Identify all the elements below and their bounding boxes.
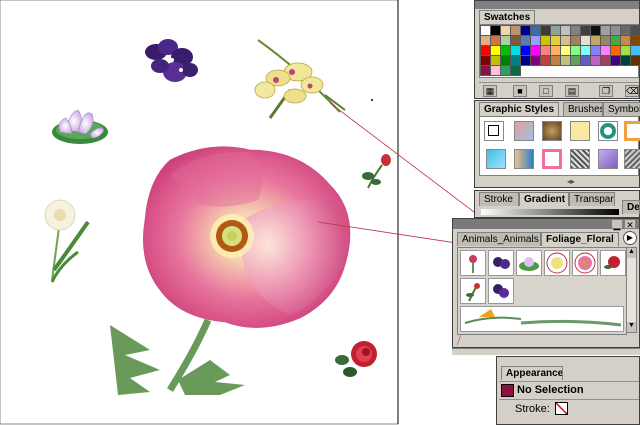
swatch-cell[interactable] bbox=[510, 65, 521, 76]
graphic-style-2[interactable] bbox=[542, 121, 562, 141]
graphic-style-4[interactable] bbox=[598, 121, 618, 141]
graphic-styles-panel: Graphic Styles Brushes Symbols ◂▸ bbox=[474, 100, 640, 188]
symbol-poppy[interactable] bbox=[572, 250, 598, 276]
panel-dock-separator bbox=[452, 348, 640, 355]
symbol-lotus[interactable] bbox=[516, 250, 542, 276]
tab-gradient[interactable]: Gradient bbox=[519, 192, 569, 206]
new-swatch-icon[interactable]: ❐ bbox=[599, 85, 613, 97]
graphic-style-7[interactable] bbox=[514, 149, 534, 169]
symbol-pansies[interactable] bbox=[488, 278, 514, 304]
selection-color-chip bbox=[501, 384, 514, 397]
tab-appearance[interactable]: Appearance bbox=[501, 366, 563, 380]
selection-status: No Selection bbox=[517, 384, 584, 396]
tab-transparency[interactable]: Transparency bbox=[569, 192, 615, 206]
symbol-strelitzia-strip[interactable] bbox=[460, 306, 624, 332]
panel-menu-icon[interactable]: ▶ bbox=[623, 231, 637, 245]
break-link-icon[interactable]: ⧸ bbox=[457, 335, 461, 348]
graphic-style-1[interactable] bbox=[514, 121, 534, 141]
symbol-violets[interactable] bbox=[488, 250, 514, 276]
tab-foliage-floral[interactable]: Foliage_Floral bbox=[541, 232, 619, 246]
tab-dec[interactable]: Dec bbox=[622, 200, 640, 214]
swatch-cell[interactable] bbox=[630, 55, 640, 66]
graphic-style-11[interactable] bbox=[624, 149, 640, 169]
graphic-style-5[interactable] bbox=[624, 121, 640, 141]
appearance-selection-row: No Selection bbox=[499, 381, 639, 400]
symbol-orchid[interactable] bbox=[544, 250, 570, 276]
graphic-styles-grid bbox=[479, 116, 640, 176]
stroke-none-icon[interactable] bbox=[555, 402, 568, 415]
graphic-style-9[interactable] bbox=[570, 149, 590, 169]
graphic-style-6[interactable] bbox=[486, 149, 506, 169]
tab-swatches[interactable]: Swatches bbox=[479, 10, 535, 24]
symbols-scrollbar[interactable]: ▲ ▼ bbox=[626, 247, 637, 333]
show-swatch-kinds-icon[interactable]: ▦ bbox=[483, 85, 497, 97]
graphic-style-8[interactable] bbox=[542, 149, 562, 169]
swatches-panel: Swatches ▦ ■ □ ▤ ❐ ⌫ bbox=[474, 0, 640, 99]
swatches-bottom-bar: ▦ ■ □ ▤ ❐ ⌫ bbox=[479, 82, 639, 99]
swatch-gradient-icon[interactable]: □ bbox=[539, 85, 553, 97]
graphic-style-default[interactable] bbox=[484, 121, 504, 141]
tab-brushes[interactable]: Brushes bbox=[563, 102, 603, 116]
graphic-style-3[interactable] bbox=[570, 121, 590, 141]
poppy-flower-art[interactable] bbox=[143, 146, 351, 328]
tab-animals[interactable]: Animals_Animals bbox=[457, 232, 541, 246]
tab-graphic-styles[interactable]: Graphic Styles bbox=[479, 102, 559, 116]
graphic-style-10[interactable] bbox=[598, 149, 618, 169]
swatch-type-icon[interactable]: ■ bbox=[513, 85, 527, 97]
minimize-icon[interactable]: ▁ bbox=[611, 219, 623, 230]
symbol-tulip[interactable] bbox=[460, 250, 486, 276]
gradient-slider[interactable] bbox=[481, 209, 619, 215]
appearance-panel: Appearance No Selection Stroke: bbox=[496, 356, 640, 425]
tab-stroke[interactable]: Stroke bbox=[479, 192, 519, 206]
delete-swatch-icon[interactable]: ⌫ bbox=[625, 85, 639, 97]
symbols-grid bbox=[457, 247, 627, 335]
symbol-rose[interactable] bbox=[600, 250, 626, 276]
tab-symbols[interactable]: Symbols bbox=[603, 102, 640, 116]
stroke-label: Stroke: bbox=[515, 403, 550, 415]
close-icon[interactable]: ✕ bbox=[624, 219, 636, 230]
gradient-panel: Stroke Gradient Transparency bbox=[474, 190, 640, 218]
symbol-rosebud[interactable] bbox=[460, 278, 486, 304]
swatch-pattern-icon[interactable]: ▤ bbox=[565, 85, 579, 97]
symbols-library-panel: ▁ ✕ Animals_Animals Foliage_Floral ▶ ▲ ▼… bbox=[452, 218, 640, 348]
panel-expand-icon[interactable]: ◂▸ bbox=[567, 177, 575, 186]
